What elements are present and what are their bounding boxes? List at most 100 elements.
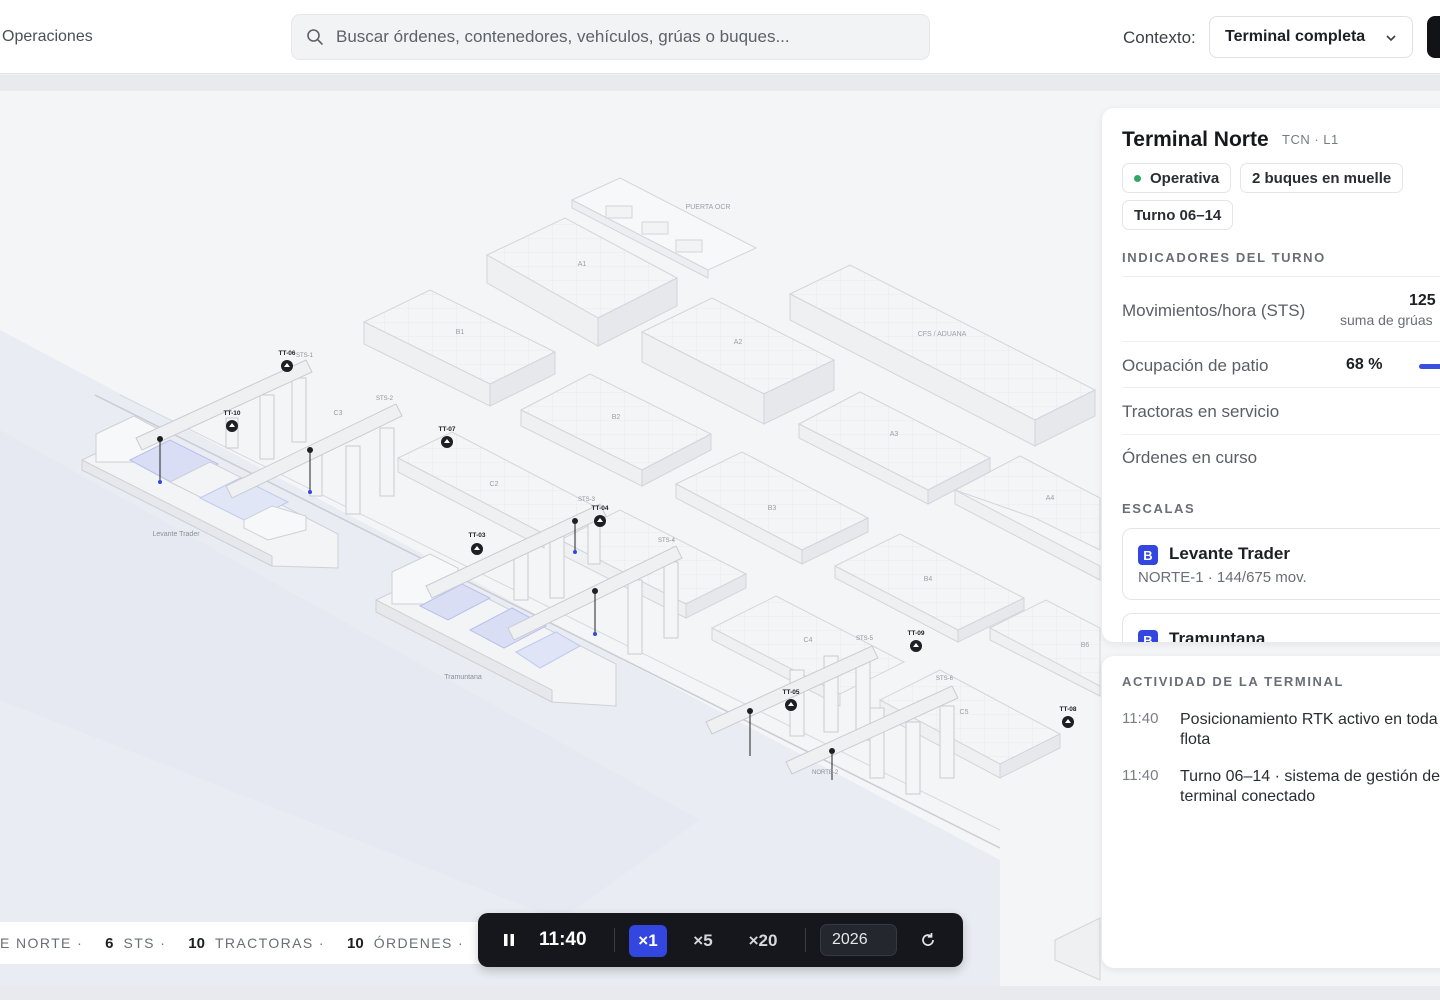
block-label: C3 xyxy=(334,410,343,417)
yard-occupancy-bar xyxy=(1419,364,1440,369)
activity-panel: ACTIVIDAD DE LA TERMINAL 11:40 Posiciona… xyxy=(1102,656,1440,968)
activity-time: 11:40 xyxy=(1122,710,1159,727)
divider xyxy=(614,928,615,952)
status-dot-icon xyxy=(1134,174,1141,182)
crane-label: STS-2 xyxy=(376,396,394,402)
kpi-value: 68 % xyxy=(1346,356,1383,373)
crane-label: STS-6 xyxy=(936,676,954,682)
block-label: B4 xyxy=(924,576,933,583)
kpi-label: Ocupación de patio xyxy=(1122,356,1269,375)
speed-x5-button[interactable]: ×5 xyxy=(684,925,722,957)
bottom-strip xyxy=(0,986,1440,1000)
terminal-summary-panel: Terminal Norte TCN · L1 Operativa 2 buqu… xyxy=(1102,108,1440,642)
tractors-count: 10 xyxy=(188,934,205,952)
kpi-section-title: INDICADORES DEL TURNO xyxy=(1122,250,1326,265)
divider xyxy=(805,928,806,952)
block-label: CFS / ADUANA xyxy=(918,331,967,338)
crane-label: STS-4 xyxy=(658,538,676,544)
block-label: B6 xyxy=(1081,642,1090,649)
tractor-marker[interactable]: TT-03 xyxy=(469,532,486,555)
kpi-row: Tractoras en servicio xyxy=(1122,387,1440,433)
block-label: A4 xyxy=(1046,495,1055,502)
crane-label: STS-1 xyxy=(296,353,314,359)
block-label: C4 xyxy=(804,637,813,644)
vessel-name: Levante Trader xyxy=(1169,544,1290,563)
terminal-code: TCN · L1 xyxy=(1282,132,1339,147)
stats-lead: E NORTE · xyxy=(0,935,84,951)
context-label: Contexto: xyxy=(1123,28,1196,47)
block-label: C5 xyxy=(960,709,969,716)
context-select[interactable]: Terminal completa xyxy=(1209,16,1413,58)
sts-count: 6 xyxy=(105,934,114,952)
breadcrumb[interactable]: Operaciones xyxy=(2,28,93,46)
kpi-row: Movimientos/hora (STS) 125 suma de grúas xyxy=(1122,276,1440,334)
berth-badge: B xyxy=(1138,545,1158,565)
tractor-label: TT-09 xyxy=(908,630,925,637)
playback-controls: 11:40 ×1 ×5 ×20 2026 xyxy=(478,913,963,967)
vessel-call-card[interactable]: B Tramuntana xyxy=(1122,613,1440,642)
playback-time: 11:40 xyxy=(539,929,587,950)
block-label: A2 xyxy=(734,339,743,346)
tractor-label: TT-05 xyxy=(783,689,800,696)
berth-label: NORTE-2 xyxy=(812,770,839,776)
vessel-detail: NORTE-1 · 144/675 mov. xyxy=(1138,569,1307,586)
tractor-marker[interactable]: TT-08 xyxy=(1060,706,1077,728)
kpi-row: Órdenes en curso xyxy=(1122,434,1440,480)
summary-stats-bar: E NORTE · 6 STS · 10 TRACTORAS · 10 ÓRDE… xyxy=(0,922,500,964)
vessel-label: Levante Trader xyxy=(152,531,200,538)
block-label: A3 xyxy=(890,431,899,438)
vessel-label: Tramuntana xyxy=(444,674,482,681)
block-label: C2 xyxy=(490,481,499,488)
kpi-value: 125 xyxy=(1409,292,1436,309)
crane-label: STS-3 xyxy=(578,497,596,503)
primary-action-button[interactable] xyxy=(1427,16,1440,58)
activity-time: 11:40 xyxy=(1122,767,1159,784)
toolbar-strip xyxy=(0,75,1440,91)
kpi-row: Ocupación de patio 68 % xyxy=(1122,341,1440,387)
kpi-subtext: suma de grúas xyxy=(1340,312,1433,328)
tractor-label: TT-03 xyxy=(469,532,486,539)
context-value: Terminal completa xyxy=(1225,28,1366,45)
activity-title: ACTIVIDAD DE LA TERMINAL xyxy=(1122,674,1345,689)
pause-icon[interactable] xyxy=(502,933,516,947)
activity-text: Turno 06–14 · sistema de gestión de term… xyxy=(1180,768,1440,805)
orders-label: ÓRDENES · xyxy=(373,935,465,951)
search-box[interactable] xyxy=(291,14,930,60)
tractor-marker[interactable]: TT-09 xyxy=(908,630,925,652)
vessel-call-card[interactable]: B Levante Trader NORTE-1 · 144/675 mov. xyxy=(1122,528,1440,600)
tractors-label: TRACTORAS · xyxy=(214,935,325,951)
terminal-name: Terminal Norte xyxy=(1122,128,1269,151)
speed-x1-button[interactable]: ×1 xyxy=(629,925,667,957)
crane-label: STS-5 xyxy=(856,636,874,642)
calls-section-title: ESCALAS xyxy=(1122,501,1196,516)
chevron-down-icon xyxy=(1386,35,1396,42)
vessels-badge: 2 buques en muelle xyxy=(1240,163,1404,193)
block-label: B3 xyxy=(768,505,777,512)
year-selector[interactable]: 2026 xyxy=(820,924,897,956)
search-input[interactable] xyxy=(336,27,896,47)
kpi-label: Movimientos/hora (STS) xyxy=(1122,301,1306,320)
berth-badge: B xyxy=(1138,630,1158,642)
orders-count: 10 xyxy=(347,934,364,952)
block-label: B1 xyxy=(456,329,465,336)
kpi-label: Órdenes en curso xyxy=(1122,448,1258,467)
top-bar: Operaciones Contexto: Terminal completa xyxy=(0,0,1440,74)
search-icon xyxy=(307,29,323,45)
tractor-label: TT-10 xyxy=(224,410,241,417)
block-label: PUERTA OCR xyxy=(686,204,731,211)
sts-label: STS · xyxy=(123,935,167,951)
vessel-name: Tramuntana xyxy=(1169,629,1266,642)
status-text: Operativa xyxy=(1150,169,1220,187)
yard-occupancy-fill xyxy=(1419,364,1440,369)
tractor-label: TT-07 xyxy=(439,426,456,433)
tractor-label: TT-04 xyxy=(592,505,609,512)
tractor-label: TT-06 xyxy=(279,350,296,357)
activity-text: Posicionamiento RTK activo en toda la fl… xyxy=(1180,711,1440,748)
speed-x20-button[interactable]: ×20 xyxy=(740,925,786,957)
tractor-label: TT-08 xyxy=(1060,706,1077,713)
status-badge: Operativa xyxy=(1122,163,1232,193)
kpi-label: Tractoras en servicio xyxy=(1122,402,1280,421)
block-label: B2 xyxy=(612,414,621,421)
shift-badge: Turno 06–14 xyxy=(1122,200,1234,230)
reset-icon[interactable] xyxy=(919,931,937,949)
